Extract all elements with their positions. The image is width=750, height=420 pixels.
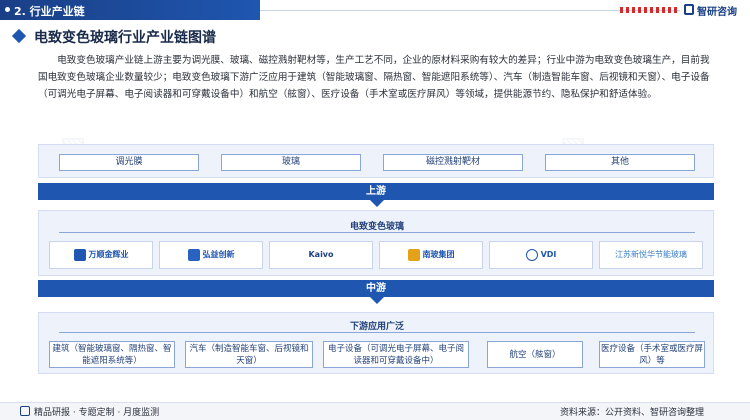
brand-icon	[20, 406, 30, 416]
page-title: 电致变色玻璃行业产业链图谱	[34, 30, 216, 46]
downstream-item: 航空（舷窗）	[487, 341, 583, 368]
downstream-item: 汽车（制造智能车窗、后视镜和天窗）	[185, 341, 313, 368]
section-banner: 2. 行业产业链	[0, 0, 260, 20]
page-header: 2. 行业产业链 智研咨询	[0, 0, 750, 22]
brand-logo: 智研咨询	[684, 3, 748, 18]
midstream-stage-bar: 中游	[38, 280, 714, 297]
company-icon	[187, 248, 200, 261]
upstream-stage-bar: 上游	[38, 183, 714, 200]
logo-text: 智研咨询	[697, 7, 737, 18]
company-name: VDI	[540, 250, 557, 259]
title-row: 电致变色玻璃行业产业链图谱	[11, 26, 738, 46]
company-icon	[407, 248, 420, 261]
section-divider	[59, 232, 695, 233]
downstream-panel: 下游应用广泛 建筑（智能玻璃窗、隔热窗、智能遮阳系统等） 汽车（制造智能车窗、后…	[38, 312, 714, 374]
logo-icon	[684, 4, 694, 15]
downstream-section-title: 下游应用广泛	[349, 322, 404, 332]
upstream-panel: 调光膜 玻璃 磁控溅射靶材 其他	[38, 144, 714, 178]
company-name: 万顺金辉业	[88, 250, 129, 259]
midstream-section-title: 电致变色玻璃	[349, 222, 404, 232]
downstream-item: 建筑（智能玻璃窗、隔热窗、智能遮阳系统等）	[49, 341, 175, 368]
upstream-item: 磁控溅射靶材	[383, 154, 523, 171]
section-divider	[59, 332, 695, 333]
downstream-item: 电子设备（可调光电子屏幕、电子阅读器和可穿戴设备中）	[323, 341, 469, 368]
header-divider	[260, 10, 680, 11]
midstream-panel: 电致变色玻璃 万顺金辉业 弘益创新 Kaivo 南玻集团 VDI 江苏新悦华节能…	[38, 210, 714, 276]
company-logo: 万顺金辉业	[49, 241, 153, 269]
arrow-down-icon	[370, 297, 384, 304]
page-footer: 精品研报 · 专题定制 · 月度监测 资料来源：公开资料、智研咨询整理	[0, 402, 750, 420]
company-logo: 江苏新悦华节能玻璃	[599, 241, 703, 269]
company-name: 弘益创新	[202, 250, 235, 259]
arrow-down-icon	[370, 200, 384, 207]
company-name: 南玻集团	[422, 250, 455, 259]
upstream-item: 其他	[545, 154, 695, 171]
header-stripe	[620, 7, 678, 13]
diamond-icon	[11, 28, 27, 44]
footer-source: 资料来源：公开资料、智研咨询整理	[560, 408, 705, 418]
company-logo: 南玻集团	[379, 241, 483, 269]
company-icon	[525, 248, 538, 261]
upstream-item: 调光膜	[59, 154, 199, 171]
intro-paragraph: 电致变色玻璃产业链上游主要为调光膜、玻璃、磁控溅射靶材等，生产工艺不同，企业的原…	[38, 55, 710, 100]
section-title: 2. 行业产业链	[14, 5, 85, 18]
company-logo: 弘益创新	[159, 241, 263, 269]
company-icon	[73, 248, 86, 261]
upstream-item: 玻璃	[221, 154, 361, 171]
company-logo: Kaivo	[269, 241, 373, 269]
company-logo: VDI	[489, 241, 593, 269]
bullet-icon	[5, 7, 10, 12]
company-name: 江苏新悦华节能玻璃	[615, 250, 687, 259]
company-name: Kaivo	[308, 250, 334, 259]
downstream-item: 医疗设备（手术室或医疗屏风）等	[599, 341, 705, 368]
footer-tagline: 精品研报 · 专题定制 · 月度监测	[34, 408, 160, 418]
